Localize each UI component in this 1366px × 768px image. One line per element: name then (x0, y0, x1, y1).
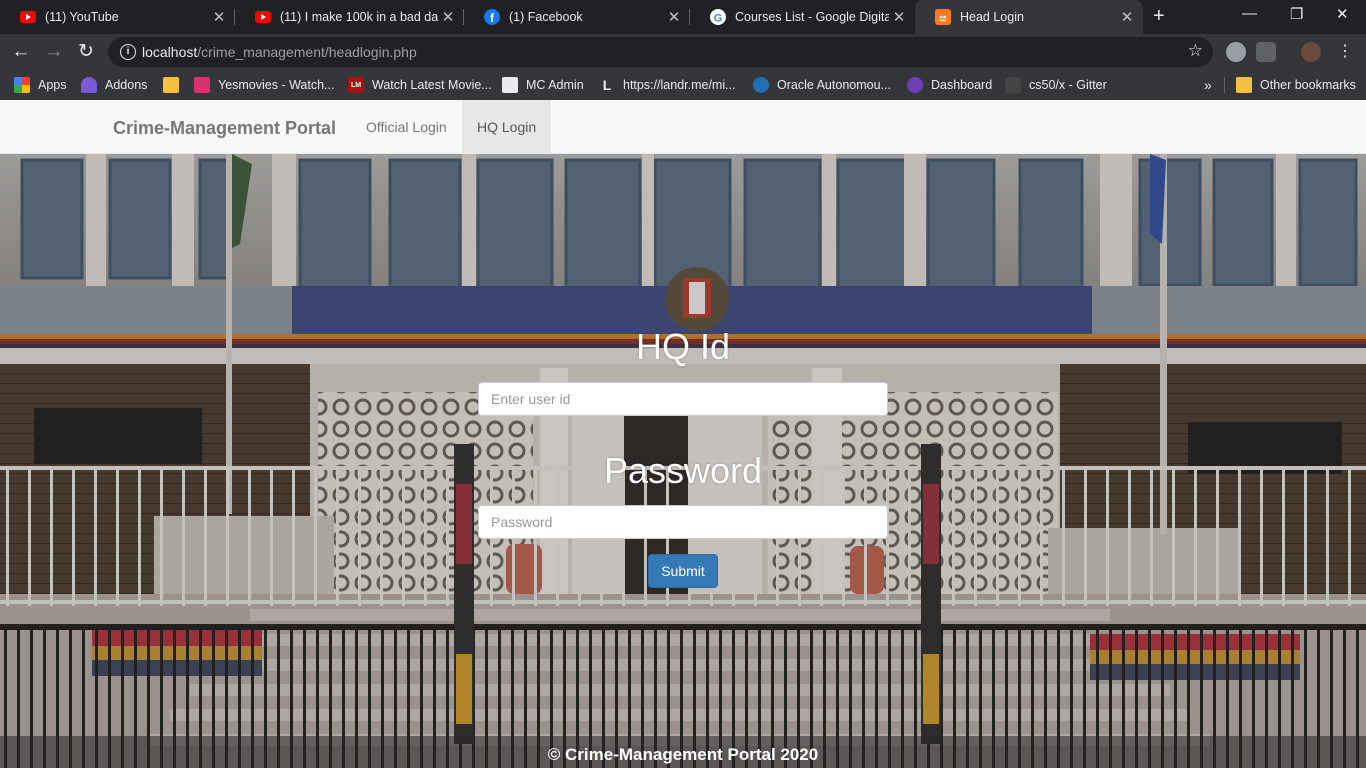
close-tab-icon[interactable]: ✕ (209, 8, 229, 26)
site-info-icon[interactable]: i (120, 44, 136, 60)
svg-text:ස: ස (939, 13, 947, 24)
close-tab-icon[interactable]: ✕ (664, 8, 684, 26)
bookmark-gitter[interactable]: cs50/x - Gitter (1005, 76, 1107, 94)
tab-google-courses[interactable]: G Courses List - Google Digital Skills ✕ (690, 0, 915, 34)
google-icon: G (710, 9, 726, 25)
close-tab-icon[interactable]: ✕ (889, 8, 909, 26)
bookmark-label: MC Admin (526, 78, 584, 92)
url-host: localhost (142, 44, 198, 60)
bookmark-apps[interactable]: Apps (14, 76, 67, 94)
forward-arrow-icon[interactable]: → (42, 40, 66, 64)
tab-title: (11) I make 100k in a bad day - (280, 10, 438, 24)
bookmarks-divider (1224, 77, 1225, 93)
headquarters-background-photo: HQ Id Password Submit (0, 154, 1366, 768)
navbar-brand[interactable]: Crime-Management Portal (113, 118, 336, 139)
bookmark-label: Addons (105, 78, 148, 92)
url-text[interactable]: localhost/crime_management/headlogin.php (142, 44, 417, 60)
bookmark-label: https://landr.me/mi... (623, 78, 736, 92)
bookmark-dashboard[interactable]: Dashboard (907, 76, 992, 94)
bookmarks-bar: Apps Addons Yesmovies - Watch... LM Watch… (0, 70, 1366, 100)
address-bar[interactable]: i localhost/crime_management/headlogin.p… (108, 37, 1213, 67)
close-tab-icon[interactable]: ✕ (1117, 8, 1137, 26)
folder-icon (1236, 77, 1252, 93)
addons-icon (81, 77, 97, 93)
password-input[interactable] (478, 505, 888, 539)
restore-button[interactable]: ❐ (1290, 5, 1303, 23)
bookmark-addons[interactable]: Addons (81, 76, 147, 94)
landr-icon: L (602, 77, 612, 93)
bookmark-label: Watch Latest Movie... (372, 78, 492, 92)
tab-youtube[interactable]: (11) YouTube ✕ (0, 0, 235, 34)
new-tab-button[interactable]: + (1153, 6, 1165, 26)
tab-title: (11) YouTube (45, 10, 119, 24)
xampp-icon: ස (935, 9, 951, 25)
facebook-icon: f (484, 9, 500, 25)
svg-text:G: G (714, 13, 723, 25)
yesmovies-icon (194, 77, 210, 93)
user-id-input[interactable] (478, 382, 888, 416)
bookmark-landr[interactable]: Lhttps://landr.me/mi... (599, 76, 736, 94)
password-label: Password (603, 450, 763, 491)
tab-title: (1) Facebook (509, 10, 583, 24)
youtube-icon (20, 9, 36, 25)
close-tab-icon[interactable]: ✕ (438, 8, 458, 26)
menu-kebab-icon[interactable]: ⋮ (1333, 40, 1357, 64)
bookmark-label: Dashboard (931, 78, 993, 92)
bookmark-mc-admin[interactable]: MC Admin (502, 76, 584, 94)
bookmark-label: Oracle Autonomou... (777, 78, 891, 92)
youtube-icon (255, 9, 271, 25)
bookmark-star-icon[interactable]: ☆ (1188, 41, 1203, 61)
folder-icon (163, 77, 179, 93)
page-footer: © Crime-Management Portal 2020 (0, 736, 1366, 768)
profile-avatar[interactable] (1301, 42, 1321, 62)
more-bookmarks-button[interactable]: » (1204, 76, 1212, 94)
bookmark-oracle[interactable]: Oracle Autonomou... (753, 76, 891, 94)
tab-title: Head Login (960, 10, 1024, 24)
url-path: /crime_management/headlogin.php (197, 44, 417, 60)
nav-official-login[interactable]: Official Login (351, 100, 462, 153)
nav-hq-login[interactable]: HQ Login (462, 100, 552, 153)
tab-youtube-video[interactable]: (11) I make 100k in a bad day - ✕ (235, 0, 464, 34)
reload-icon[interactable]: ↻ (74, 40, 98, 64)
bookmark-label: Apps (38, 78, 67, 92)
other-bookmarks[interactable]: Other bookmarks (1236, 76, 1356, 94)
bookmark-folder[interactable] (163, 76, 187, 94)
back-arrow-icon[interactable]: ← (9, 40, 33, 64)
site-navbar: Crime-Management Portal Official Login H… (0, 100, 1366, 154)
bookmark-label: Other bookmarks (1260, 78, 1356, 92)
browser-toolbar: ← → ↻ i localhost/crime_management/headl… (0, 34, 1366, 70)
submit-button[interactable]: Submit (648, 554, 718, 588)
minimize-button[interactable]: — (1242, 5, 1257, 22)
extension-compass-icon[interactable] (1226, 42, 1246, 62)
bookmark-label: cs50/x - Gitter (1029, 78, 1107, 92)
extension-lock-icon[interactable] (1256, 42, 1276, 62)
bookmark-watch-movies[interactable]: LM Watch Latest Movie... (348, 76, 492, 94)
close-window-button[interactable]: ✕ (1336, 5, 1349, 23)
dashboard-icon (907, 77, 923, 93)
page-viewport: Crime-Management Portal Official Login H… (0, 100, 1366, 768)
oracle-icon (753, 77, 769, 93)
bookmark-label: Yesmovies - Watch... (218, 78, 335, 92)
bookmark-yesmovies[interactable]: Yesmovies - Watch... (194, 76, 334, 94)
tab-title: Courses List - Google Digital Skills (735, 10, 889, 24)
browser-tab-strip: (11) YouTube ✕ (11) I make 100k in a bad… (0, 0, 1366, 34)
hq-id-label: HQ Id (635, 326, 731, 367)
tab-facebook[interactable]: f (1) Facebook ✕ (464, 0, 690, 34)
gitter-icon (1005, 77, 1021, 93)
movie-icon: LM (348, 77, 364, 93)
apps-grid-icon (14, 77, 30, 93)
page-icon (502, 77, 518, 93)
tab-head-login[interactable]: ස Head Login ✕ (915, 0, 1143, 34)
